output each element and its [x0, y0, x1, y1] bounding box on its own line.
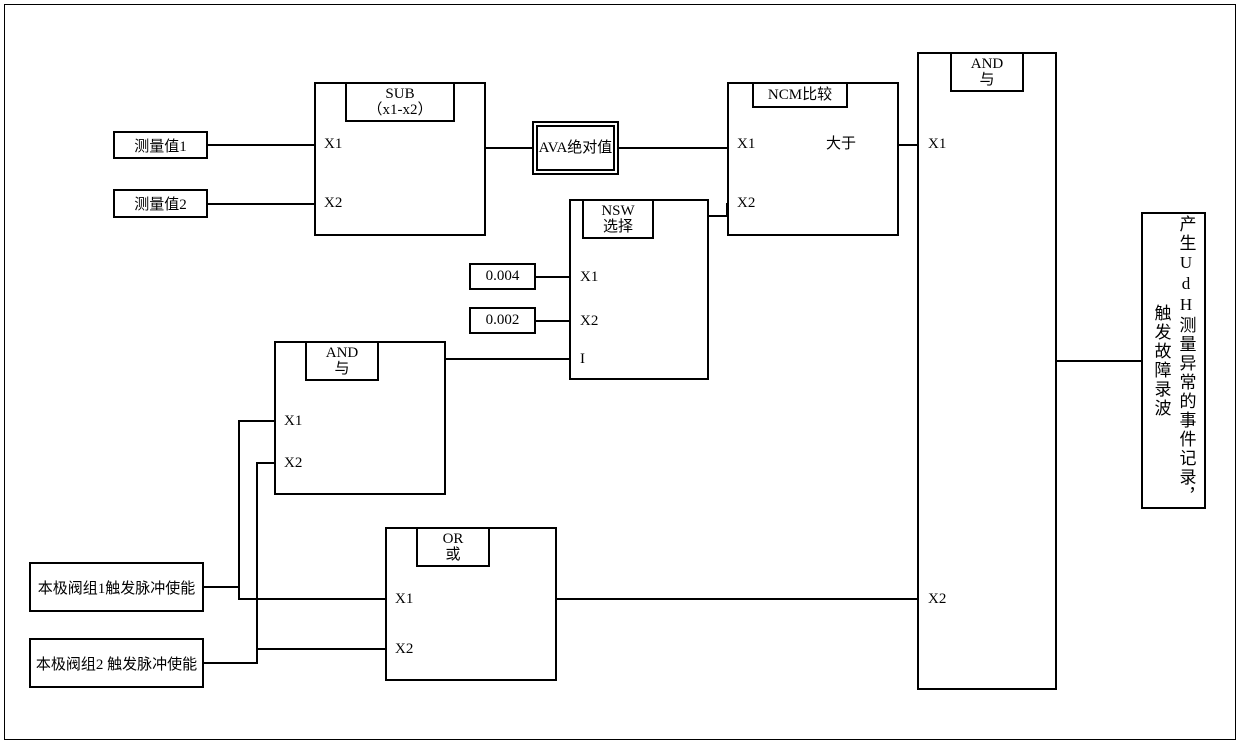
or-port-x1: X1: [395, 591, 413, 608]
wire: [557, 598, 917, 600]
wire: [204, 586, 240, 588]
ncm-port-x2: X2: [737, 195, 755, 212]
input-meas2-label: 测量值2: [134, 193, 187, 214]
wire: [256, 462, 274, 464]
const-0002: 0.002: [469, 307, 536, 334]
wire: [256, 648, 258, 664]
and2-port-x1: X1: [928, 136, 946, 153]
wire: [256, 462, 258, 664]
wire: [208, 144, 314, 146]
wire: [238, 586, 240, 600]
output-label: 产生UdH测量异常的事件记录，触发故障录波: [1149, 214, 1199, 507]
wire: [1057, 360, 1141, 362]
wire: [446, 358, 569, 360]
ava-block-inner: AVA绝对值: [536, 125, 615, 171]
const-0002-label: 0.002: [486, 312, 520, 329]
wire: [238, 420, 274, 422]
output-block: 产生UdH测量异常的事件记录，触发故障录波: [1141, 212, 1206, 509]
wire: [536, 320, 569, 322]
or-title: OR 或: [443, 531, 464, 564]
wire: [204, 662, 258, 664]
const-0004-label: 0.004: [486, 268, 520, 285]
wire: [709, 215, 727, 217]
input-pulse2: 本极阀组2 触发脉冲使能: [29, 638, 204, 688]
ncm-header: NCM比较: [752, 82, 848, 108]
input-pulse1: 本极阀组1触发脉冲使能: [29, 562, 204, 612]
ncm-port-x1: X1: [737, 136, 755, 153]
sub-port-x1: X1: [324, 136, 342, 153]
and1-title: AND 与: [326, 345, 359, 378]
wire: [619, 147, 727, 149]
nsw-port-x2: X2: [580, 313, 598, 330]
wire: [486, 147, 532, 149]
wire: [238, 598, 385, 600]
and1-port-x1: X1: [284, 413, 302, 430]
input-meas1: 测量值1: [113, 131, 208, 159]
wire: [208, 203, 314, 205]
sub-port-x2: X2: [324, 195, 342, 212]
wire: [899, 144, 917, 146]
nsw-title: NSW 选择: [601, 203, 634, 236]
input-pulse1-label: 本极阀组1触发脉冲使能: [38, 577, 196, 598]
and2-title: AND 与: [971, 56, 1004, 89]
input-pulse2-label: 本极阀组2 触发脉冲使能: [36, 653, 197, 674]
sub-title: SUB （x1-x2）: [368, 86, 433, 119]
input-meas2: 测量值2: [113, 189, 208, 218]
wire: [238, 420, 240, 588]
and2-port-x2: X2: [928, 591, 946, 608]
and1-header: AND 与: [305, 341, 379, 381]
ava-title: AVA绝对值: [539, 140, 613, 157]
or-port-x2: X2: [395, 641, 413, 658]
wire: [256, 648, 385, 650]
wire: [536, 276, 569, 278]
ncm-port-out: 大于: [826, 136, 856, 153]
nsw-port-i: I: [580, 351, 585, 368]
input-meas1-label: 测量值1: [134, 135, 187, 156]
sub-header: SUB （x1-x2）: [345, 82, 455, 122]
nsw-port-x1: X1: [580, 269, 598, 286]
const-0004: 0.004: [469, 263, 536, 290]
wire: [726, 203, 728, 217]
nsw-header: NSW 选择: [582, 199, 654, 239]
and2-header: AND 与: [950, 52, 1024, 92]
ncm-title: NCM比较: [768, 87, 832, 104]
and1-port-x2: X2: [284, 455, 302, 472]
diagram-canvas: 测量值1 测量值2 SUB （x1-x2） X1 X2 AVA绝对值 NCM比较…: [0, 0, 1240, 744]
or-header: OR 或: [416, 527, 490, 567]
